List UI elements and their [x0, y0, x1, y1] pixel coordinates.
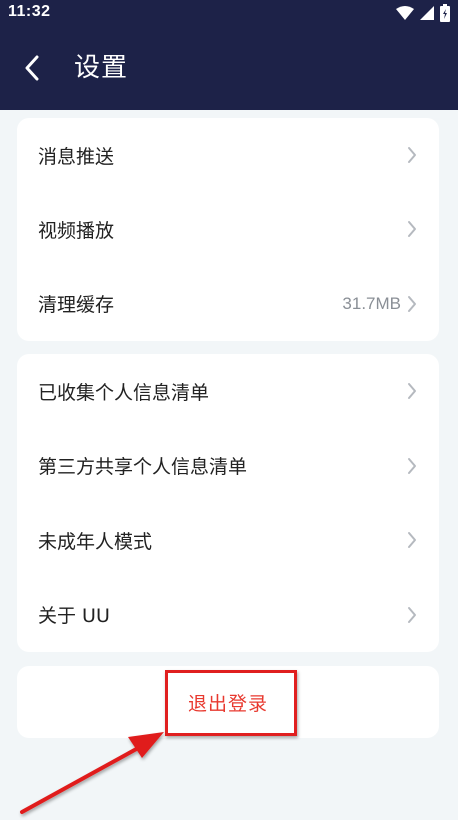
battery-icon [440, 4, 450, 22]
status-time: 11:32 [8, 3, 51, 20]
wifi-icon [396, 6, 414, 20]
chevron-right-icon [408, 457, 416, 474]
row-label: 关于 UU [38, 605, 110, 628]
app-bar: 设置 [0, 26, 458, 110]
settings-group-privacy: 已收集个人信息清单 第三方共享个人信息清单 未成年人模式 关于 UU [17, 354, 439, 652]
row-message-push[interactable]: 消息推送 [17, 118, 439, 192]
chevron-right-icon [408, 295, 416, 312]
back-button[interactable] [14, 50, 50, 86]
row-label: 消息推送 [38, 145, 115, 168]
status-bar: 11:32 [0, 0, 458, 26]
row-collected-info-list[interactable]: 已收集个人信息清单 [17, 354, 439, 429]
row-third-party-shared-list[interactable]: 第三方共享个人信息清单 [17, 429, 439, 504]
annotation-highlight-box [165, 670, 297, 736]
chevron-left-icon [25, 55, 39, 81]
row-label: 已收集个人信息清单 [38, 381, 210, 404]
row-about[interactable]: 关于 UU [17, 578, 439, 653]
row-minor-mode[interactable]: 未成年人模式 [17, 503, 439, 578]
row-label: 未成年人模式 [38, 530, 153, 553]
cache-size: 31.7MB [342, 293, 401, 313]
chevron-right-icon [408, 147, 416, 164]
chevron-right-icon [408, 221, 416, 238]
chevron-right-icon [408, 383, 416, 400]
chevron-right-icon [408, 532, 416, 549]
row-label: 第三方共享个人信息清单 [38, 456, 248, 479]
chevron-right-icon [408, 606, 416, 623]
page-title: 设置 [74, 53, 129, 83]
status-icons [396, 4, 450, 22]
row-label: 视频播放 [38, 219, 115, 242]
row-clear-cache[interactable]: 清理缓存 31.7MB [17, 267, 439, 341]
row-video-playback[interactable]: 视频播放 [17, 192, 439, 266]
row-label: 清理缓存 [38, 294, 115, 317]
signal-icon [420, 6, 434, 20]
settings-group-general: 消息推送 视频播放 清理缓存 31.7MB [17, 118, 439, 341]
